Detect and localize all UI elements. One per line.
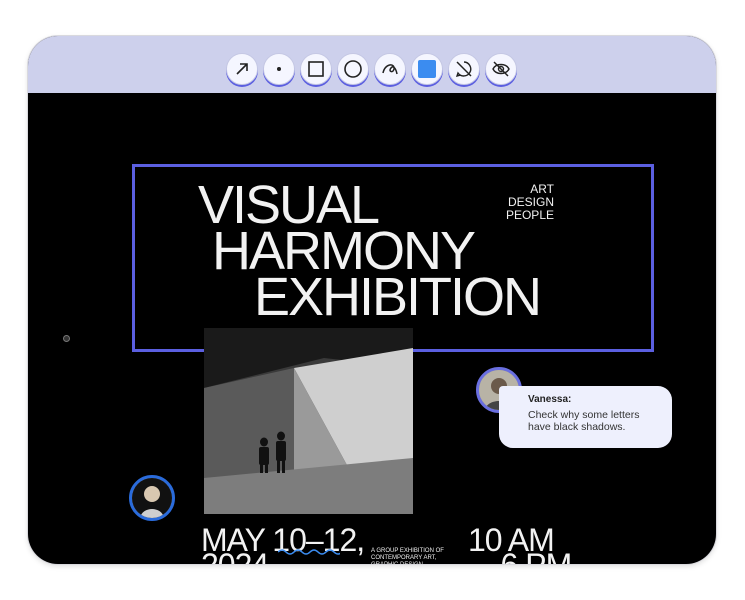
date-line-2: 2024 (201, 549, 269, 564)
fill-tool[interactable] (411, 53, 443, 85)
hide-comments-tool[interactable] (448, 53, 480, 85)
comment-bubble[interactable]: Vanessa: Check why some letters have bla… (499, 386, 672, 448)
time-line-2: - 6 PM (483, 549, 572, 564)
camera-dot (63, 335, 70, 342)
comment-author: Vanessa: (528, 394, 572, 405)
dot-tool[interactable] (263, 53, 295, 85)
freehand-tool[interactable] (374, 53, 406, 85)
exhibition-photo (204, 328, 413, 514)
arrow-icon (236, 63, 248, 75)
eye-off-icon (492, 61, 510, 77)
exhibition-blurb: A GROUP EXHIBITION OF CONTEMPORARY ART, … (371, 548, 444, 564)
rectangle-tool[interactable] (300, 53, 332, 85)
comment-off-icon (455, 61, 472, 77)
annotation-toolbar (226, 53, 517, 89)
hide-annotations-tool[interactable] (485, 53, 517, 85)
tablet-device: VISUAL HARMONY EXHIBITION ART DESIGN PEO… (28, 36, 716, 564)
circle-icon (344, 60, 362, 78)
spelling-squiggle (278, 549, 340, 555)
square-icon (308, 61, 324, 77)
selection-rectangle[interactable] (132, 164, 654, 352)
fill-square-icon (418, 60, 436, 78)
dot-icon (277, 67, 281, 71)
annotation-toolbar-bar (28, 36, 716, 93)
comment-text: Check why some letters have black shadow… (528, 409, 640, 433)
arrow-tool[interactable] (226, 53, 258, 85)
ellipse-tool[interactable] (337, 53, 369, 85)
freehand-icon (382, 64, 398, 75)
user-avatar[interactable] (129, 475, 175, 521)
